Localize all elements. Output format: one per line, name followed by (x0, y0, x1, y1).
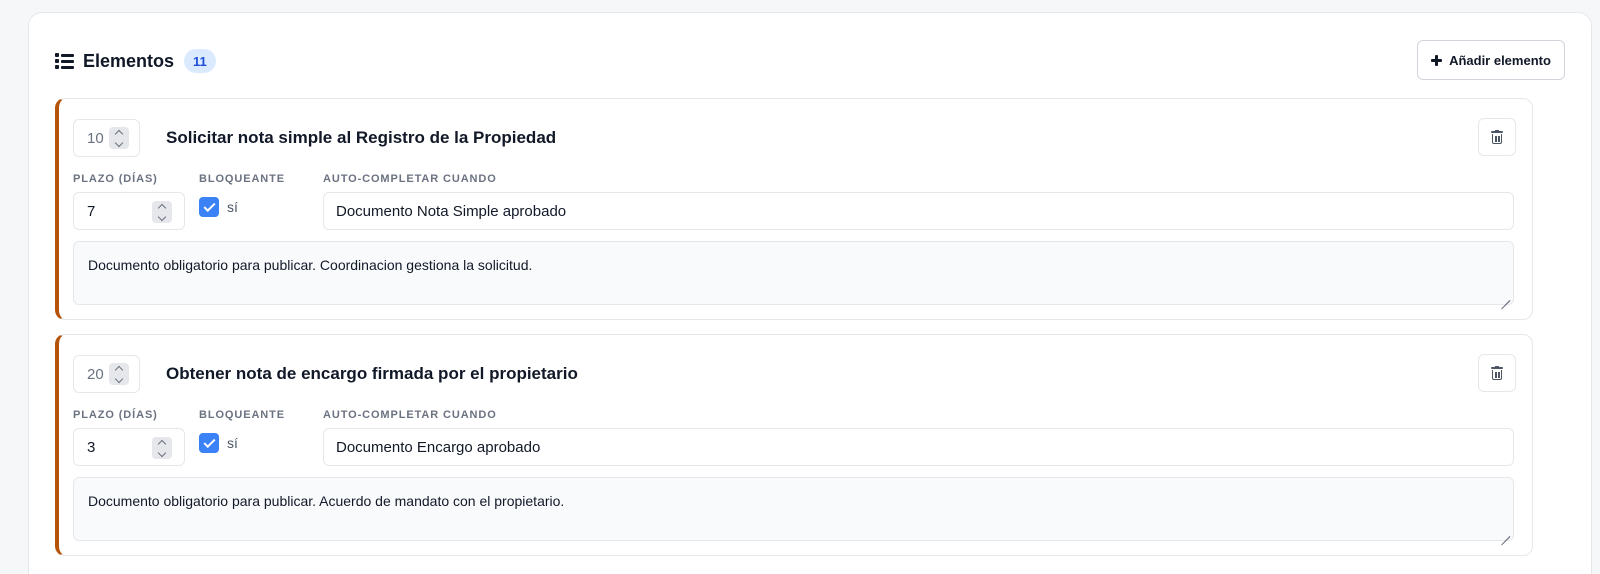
plazo-days-input[interactable]: 7 (73, 192, 185, 230)
auto-completar-input[interactable]: Documento Nota Simple aprobado (323, 192, 1514, 230)
notes-textarea[interactable]: Documento obligatorio para publicar. Acu… (73, 477, 1514, 546)
resize-grip-icon[interactable] (1498, 289, 1511, 310)
plazo-spin-buttons[interactable] (152, 437, 172, 459)
order-spin-buttons[interactable] (109, 363, 129, 385)
delete-button[interactable] (1478, 118, 1516, 156)
bloqueante-checkbox[interactable] (199, 197, 219, 217)
order-stepper[interactable]: 10 (73, 119, 140, 157)
plazo-days-input[interactable]: 3 (73, 428, 185, 466)
auto-completar-label: AUTO-COMPLETAR CUANDO (323, 409, 497, 421)
element-card: 10 Solicitar nota simple al Registro de … (55, 98, 1533, 320)
notes-textarea[interactable]: Documento obligatorio para publicar. Coo… (73, 241, 1514, 310)
panel-title: Elementos 11 (55, 48, 216, 74)
bloqueante-label: BLOQUEANTE (199, 173, 285, 185)
order-value: 20 (87, 365, 104, 383)
order-stepper[interactable]: 20 (73, 355, 140, 393)
bloqueante-label: BLOQUEANTE (199, 409, 285, 421)
panel-title-text: Elementos (83, 50, 175, 71)
element-title[interactable]: Solicitar nota simple al Registro de la … (166, 128, 556, 148)
plazo-value: 7 (87, 202, 96, 220)
bloqueante-checkbox-label[interactable]: sí (227, 199, 238, 215)
plazo-spin-buttons[interactable] (152, 201, 172, 223)
notes-text: Documento obligatorio para publicar. Coo… (88, 257, 533, 273)
check-icon (202, 435, 216, 448)
element-card: 20 Obtener nota de encargo firmada por e… (55, 334, 1533, 556)
plazo-label: PLAZO (DÍAS) (73, 409, 158, 421)
notes-text: Documento obligatorio para publicar. Acu… (88, 493, 565, 509)
trash-icon (1491, 366, 1503, 380)
plus-icon (1431, 54, 1443, 66)
auto-completar-label: AUTO-COMPLETAR CUANDO (323, 173, 497, 185)
elements-panel: Elementos 11 Añadir elemento 10 Solicita… (28, 12, 1592, 574)
panel-header: Elementos 11 Añadir elemento (55, 40, 1565, 82)
plazo-value: 3 (87, 438, 96, 456)
delete-button[interactable] (1478, 354, 1516, 392)
resize-grip-icon[interactable] (1498, 525, 1511, 546)
add-element-button[interactable]: Añadir elemento (1417, 40, 1565, 80)
add-element-label: Añadir elemento (1449, 52, 1551, 68)
order-spin-buttons[interactable] (109, 127, 129, 149)
bloqueante-checkbox-label[interactable]: sí (227, 435, 238, 451)
element-title[interactable]: Obtener nota de encargo firmada por el p… (166, 364, 578, 384)
check-icon (202, 199, 216, 212)
plazo-label: PLAZO (DÍAS) (73, 173, 158, 185)
trash-icon (1491, 130, 1503, 144)
order-value: 10 (87, 129, 104, 147)
count-badge: 11 (184, 49, 216, 73)
auto-completar-input[interactable]: Documento Encargo aprobado (323, 428, 1514, 466)
list-icon (55, 53, 75, 69)
bloqueante-checkbox[interactable] (199, 433, 219, 453)
